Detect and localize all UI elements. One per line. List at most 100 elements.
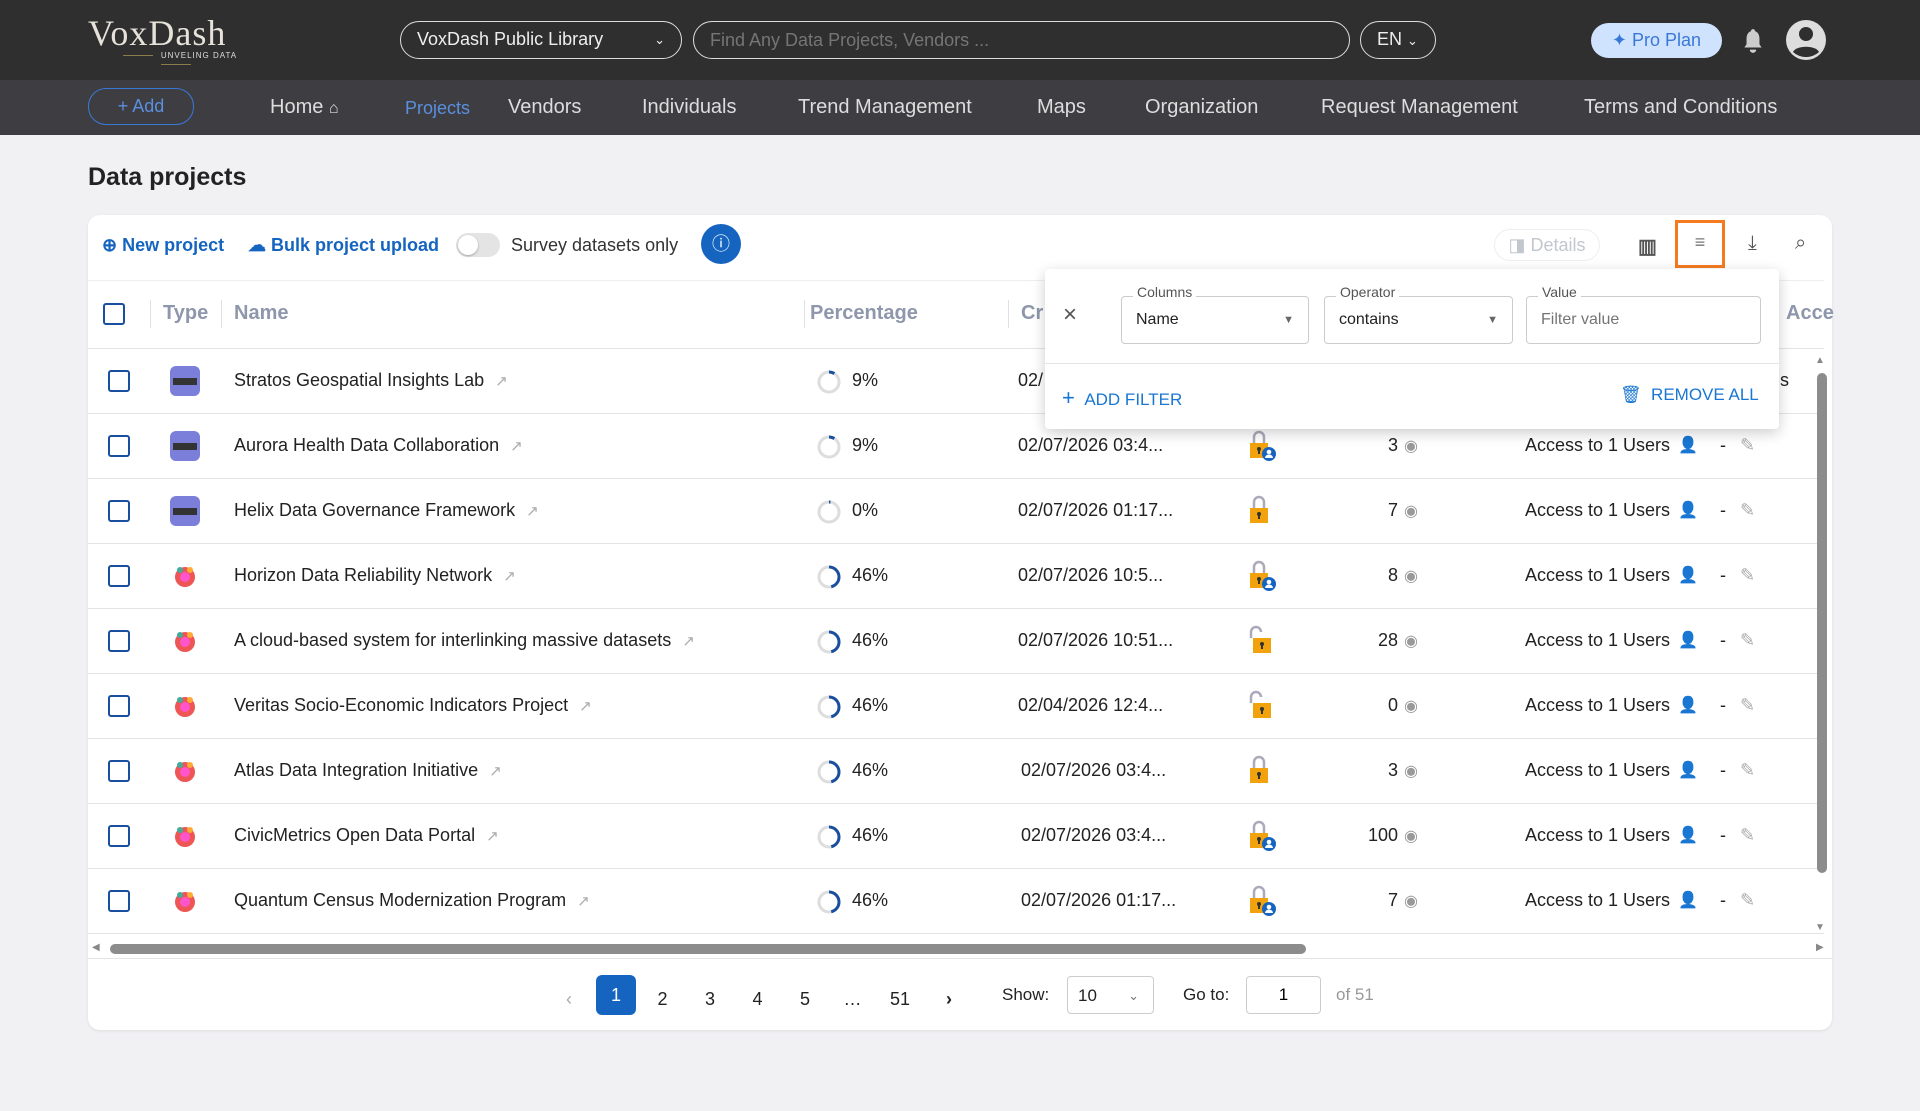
row-checkbox[interactable] bbox=[108, 760, 130, 782]
project-name-link[interactable]: Stratos Geospatial Insights Lab ↗ bbox=[234, 370, 508, 391]
add-user-icon[interactable]: 👤 bbox=[1678, 760, 1698, 780]
column-header-created[interactable]: Cr bbox=[1021, 302, 1043, 325]
columns-icon[interactable]: ▥ bbox=[1638, 234, 1657, 259]
project-name-link[interactable]: Quantum Census Modernization Program ↗ bbox=[234, 890, 590, 911]
nav-vendors[interactable]: Vendors bbox=[508, 96, 581, 119]
new-project-button[interactable]: ⊕ New project bbox=[102, 235, 224, 256]
project-name-link[interactable]: CivicMetrics Open Data Portal ↗ bbox=[234, 825, 499, 846]
add-user-icon[interactable]: 👤 bbox=[1678, 565, 1698, 585]
locked-user-lock-icon[interactable] bbox=[1245, 558, 1279, 597]
edit-icon[interactable]: ✎ bbox=[1740, 435, 1755, 456]
unlocked-lock-icon[interactable] bbox=[1245, 623, 1279, 662]
project-name-link[interactable]: Aurora Health Data Collaboration ↗ bbox=[234, 435, 523, 456]
nav-request-management[interactable]: Request Management bbox=[1321, 96, 1518, 119]
page-button[interactable]: 51 bbox=[881, 980, 919, 1018]
page-size-select[interactable]: 10 ⌄ bbox=[1067, 976, 1154, 1014]
eye-icon[interactable]: ◉ bbox=[1404, 631, 1418, 651]
table-row[interactable]: CivicMetrics Open Data Portal ↗ 46% 02/0… bbox=[88, 804, 1824, 869]
filter-button[interactable]: ≡ bbox=[1675, 220, 1725, 268]
eye-icon[interactable]: ◉ bbox=[1404, 566, 1418, 586]
project-name-link[interactable]: Veritas Socio-Economic Indicators Projec… bbox=[234, 695, 592, 716]
page-button[interactable]: 5 bbox=[786, 980, 824, 1018]
table-row[interactable]: Helix Data Governance Framework ↗ 0% 02/… bbox=[88, 479, 1824, 544]
edit-icon[interactable]: ✎ bbox=[1740, 565, 1755, 586]
project-name-link[interactable]: Helix Data Governance Framework ↗ bbox=[234, 500, 539, 521]
row-checkbox[interactable] bbox=[108, 565, 130, 587]
add-user-icon[interactable]: 👤 bbox=[1678, 500, 1698, 520]
eye-icon[interactable]: ◉ bbox=[1404, 436, 1418, 456]
prev-page-button[interactable]: ‹ bbox=[550, 980, 588, 1018]
next-page-button[interactable]: › bbox=[930, 980, 968, 1018]
add-user-icon[interactable]: 👤 bbox=[1678, 890, 1698, 910]
column-header-name[interactable]: Name bbox=[234, 302, 288, 325]
language-select[interactable]: EN ⌄ bbox=[1360, 21, 1436, 59]
table-row[interactable]: A cloud-based system for interlinking ma… bbox=[88, 609, 1824, 674]
nav-home[interactable]: Home ⌂ bbox=[270, 96, 339, 119]
scroll-right-arrow[interactable]: ▶ bbox=[1816, 942, 1824, 953]
nav-projects[interactable]: Projects bbox=[405, 98, 470, 119]
filter-operator-select[interactable]: contains ▼ bbox=[1324, 296, 1513, 344]
edit-icon[interactable]: ✎ bbox=[1740, 500, 1755, 521]
survey-toggle[interactable] bbox=[456, 233, 500, 257]
table-row[interactable]: Horizon Data Reliability Network ↗ 46% 0… bbox=[88, 544, 1824, 609]
global-search-input[interactable] bbox=[693, 21, 1350, 59]
library-select[interactable]: VoxDash Public Library ⌄ bbox=[400, 21, 682, 59]
vertical-scrollbar[interactable]: ▲ ▼ bbox=[1815, 355, 1829, 935]
add-user-icon[interactable]: 👤 bbox=[1678, 695, 1698, 715]
project-name-link[interactable]: Atlas Data Integration Initiative ↗ bbox=[234, 760, 502, 781]
external-link-icon[interactable]: ↗ bbox=[510, 438, 523, 455]
locked-lock-icon[interactable] bbox=[1245, 753, 1279, 792]
remove-all-button[interactable]: 🗑 REMOVE ALL bbox=[1620, 385, 1759, 405]
bell-icon[interactable] bbox=[1740, 27, 1766, 55]
external-link-icon[interactable]: ↗ bbox=[503, 568, 516, 585]
edit-icon[interactable]: ✎ bbox=[1740, 695, 1755, 716]
vertical-scroll-thumb[interactable] bbox=[1817, 373, 1827, 873]
row-checkbox[interactable] bbox=[108, 370, 130, 392]
add-button[interactable]: + Add bbox=[88, 88, 194, 125]
external-link-icon[interactable]: ↗ bbox=[526, 503, 539, 520]
table-row[interactable]: Veritas Socio-Economic Indicators Projec… bbox=[88, 674, 1824, 739]
project-name-link[interactable]: Horizon Data Reliability Network ↗ bbox=[234, 565, 516, 586]
scroll-down-arrow[interactable]: ▼ bbox=[1815, 922, 1825, 933]
nav-individuals[interactable]: Individuals bbox=[642, 96, 737, 119]
eye-icon[interactable]: ◉ bbox=[1404, 696, 1418, 716]
edit-icon[interactable]: ✎ bbox=[1740, 890, 1755, 911]
project-name-link[interactable]: A cloud-based system for interlinking ma… bbox=[234, 630, 695, 651]
add-filter-button[interactable]: + ADD FILTER bbox=[1062, 385, 1182, 411]
eye-icon[interactable]: ◉ bbox=[1404, 891, 1418, 911]
bulk-upload-button[interactable]: ☁ Bulk project upload bbox=[248, 235, 439, 256]
column-header-type[interactable]: Type bbox=[163, 302, 208, 325]
details-button[interactable]: ◨ Details bbox=[1494, 229, 1600, 261]
nav-trend-management[interactable]: Trend Management bbox=[798, 96, 972, 119]
nav-terms[interactable]: Terms and Conditions bbox=[1584, 96, 1777, 119]
scroll-up-arrow[interactable]: ▲ bbox=[1815, 355, 1825, 366]
page-button[interactable]: 3 bbox=[691, 980, 729, 1018]
external-link-icon[interactable]: ↗ bbox=[579, 698, 592, 715]
row-checkbox[interactable] bbox=[108, 500, 130, 522]
eye-icon[interactable]: ◉ bbox=[1404, 501, 1418, 521]
page-button[interactable]: 4 bbox=[739, 980, 777, 1018]
external-link-icon[interactable]: ↗ bbox=[489, 763, 502, 780]
page-button[interactable]: 1 bbox=[596, 975, 636, 1015]
scroll-left-arrow[interactable]: ◀ bbox=[92, 942, 100, 953]
eye-icon[interactable]: ◉ bbox=[1404, 761, 1418, 781]
table-row[interactable]: Atlas Data Integration Initiative ↗ 46% … bbox=[88, 739, 1824, 804]
row-checkbox[interactable] bbox=[108, 630, 130, 652]
nav-organization[interactable]: Organization bbox=[1145, 96, 1258, 119]
eye-icon[interactable]: ◉ bbox=[1404, 826, 1418, 846]
info-icon[interactable]: ⓘ bbox=[701, 224, 741, 264]
filter-value-input[interactable] bbox=[1526, 296, 1761, 344]
nav-maps[interactable]: Maps bbox=[1037, 96, 1086, 119]
locked-user-lock-icon[interactable] bbox=[1245, 818, 1279, 857]
select-all-checkbox[interactable] bbox=[103, 303, 125, 325]
row-checkbox[interactable] bbox=[108, 825, 130, 847]
logo[interactable]: VoxDash bbox=[88, 12, 226, 54]
table-row[interactable]: Quantum Census Modernization Program ↗ 4… bbox=[88, 869, 1824, 934]
goto-page-input[interactable] bbox=[1246, 976, 1321, 1014]
search-icon[interactable]: ⌕ bbox=[1795, 232, 1806, 255]
row-checkbox[interactable] bbox=[108, 890, 130, 912]
column-header-percentage[interactable]: Percentage bbox=[810, 302, 918, 325]
row-checkbox[interactable] bbox=[108, 695, 130, 717]
pro-plan-button[interactable]: ✦ Pro Plan bbox=[1591, 23, 1722, 58]
download-icon[interactable]: ⤓ bbox=[1748, 232, 1757, 255]
